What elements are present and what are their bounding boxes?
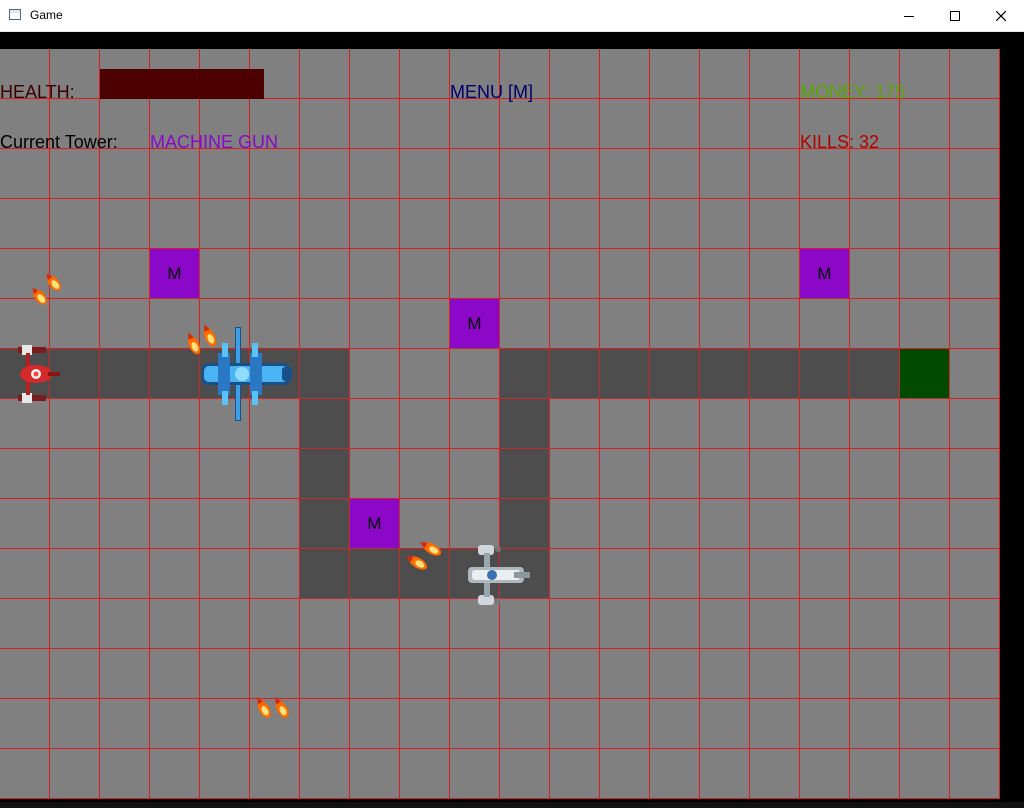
tower-tile[interactable]: M [350, 499, 400, 549]
path-tile [750, 349, 800, 399]
path-tile [300, 449, 350, 499]
maximize-button[interactable] [932, 0, 978, 32]
path-tile [550, 349, 600, 399]
path-tile [500, 449, 550, 499]
health-label: HEALTH: [0, 82, 75, 102]
fireball-sprite [257, 696, 289, 719]
health-bar-fill [100, 69, 264, 99]
current-tower-value: MACHINE GUN [150, 132, 279, 152]
path-tile [500, 399, 550, 449]
tower-tile[interactable]: M [800, 249, 850, 299]
window-title-bar: Game [0, 0, 1024, 32]
game-area[interactable]: M M M M HEALTH: MENU [M] MONEY: 175 Curr… [0, 32, 1024, 802]
taskbar-strip [0, 802, 1024, 808]
red-ship-sprite [18, 345, 60, 403]
path-tile [300, 399, 350, 449]
current-tower-label: Current Tower: [0, 132, 118, 152]
fireball-sprite [187, 324, 217, 355]
tower-marker: M [817, 263, 832, 283]
minimize-button[interactable] [886, 0, 932, 32]
path-tile [300, 349, 350, 399]
path-tile [350, 549, 400, 599]
path-tile [800, 349, 850, 399]
path-tile [500, 349, 550, 399]
white-ship-sprite [468, 545, 530, 605]
close-icon [996, 11, 1006, 21]
path-tile [300, 499, 350, 549]
fireball-sprite [32, 273, 61, 305]
window-title: Game [30, 8, 63, 22]
path-tile [100, 349, 150, 399]
tower-marker: M [367, 513, 382, 533]
close-button[interactable] [978, 0, 1024, 32]
tower-tile[interactable]: M [450, 299, 500, 349]
path-tile [300, 549, 350, 599]
tower-marker: M [167, 263, 182, 283]
tower-marker: M [467, 313, 482, 333]
fireball-sprite [405, 542, 442, 570]
menu-button[interactable]: MENU [M] [450, 82, 533, 103]
path-tile [650, 349, 700, 399]
base-tile[interactable] [900, 349, 950, 399]
kills-counter: KILLS: 32 [800, 132, 880, 152]
path-tile [700, 349, 750, 399]
app-window-icon [9, 9, 21, 20]
game-board[interactable]: M M M M HEALTH: MENU [M] MONEY: 175 Curr… [0, 49, 1000, 799]
tower-tile[interactable]: M [150, 249, 200, 299]
path-tile [600, 349, 650, 399]
health-bar [100, 69, 264, 99]
path-tile [850, 349, 900, 399]
money-counter: MONEY: 175 [800, 82, 906, 102]
